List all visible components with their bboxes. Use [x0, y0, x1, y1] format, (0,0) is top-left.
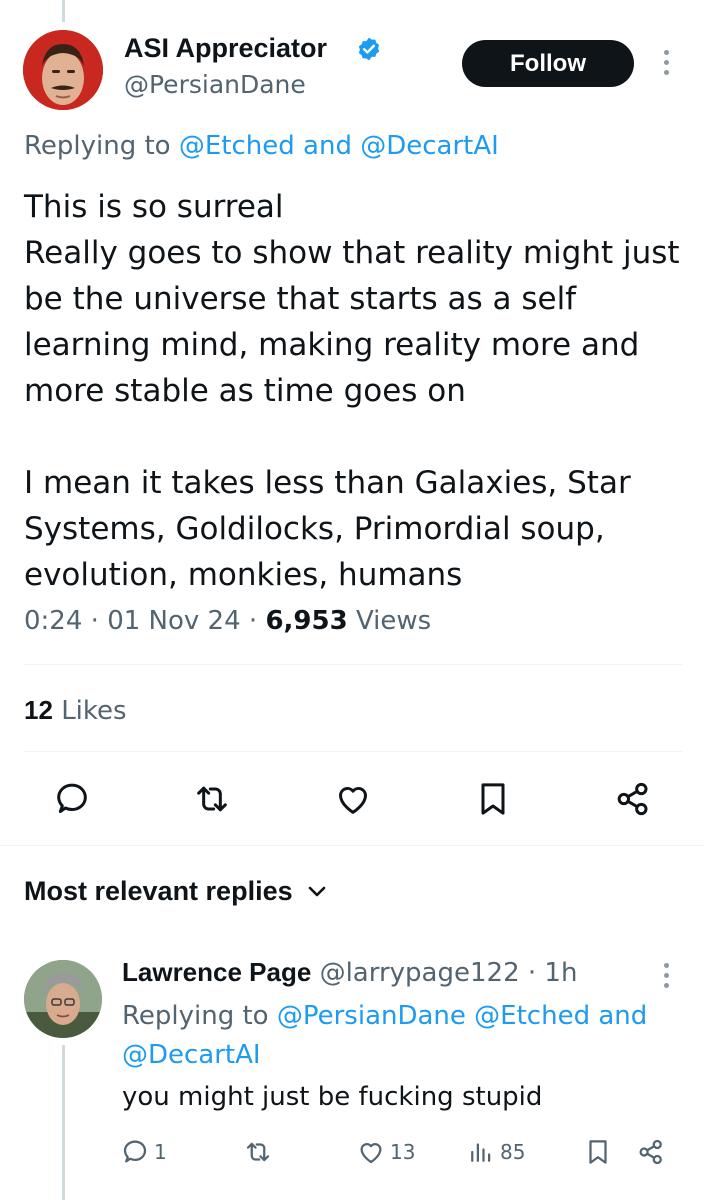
reply-reply-button[interactable]: 1 [120, 1134, 167, 1170]
mention-etched-link[interactable]: @Etched [179, 131, 295, 161]
mention-decartai-link[interactable]: @DecartAI [360, 131, 499, 161]
share-button[interactable] [611, 777, 655, 821]
reply-icon [57, 783, 87, 813]
views-count: 6,953 [265, 606, 348, 636]
divider [24, 751, 682, 752]
replying-and[interactable]: and [303, 131, 352, 161]
reply-author-avatar[interactable] [24, 960, 102, 1038]
tweet-text-line-2: Really goes to show that reality might j… [24, 235, 680, 409]
reply-text: you might just be fucking stupid [122, 1082, 543, 1112]
section-divider [0, 845, 704, 846]
bookmark-icon [481, 783, 505, 815]
reply-more-options-icon[interactable] [661, 963, 671, 993]
like-icon [360, 1143, 382, 1164]
tweet-text: This is so surreal Really goes to show t… [24, 184, 684, 598]
reply-replying-prefix: Replying to [122, 1001, 269, 1031]
author-name[interactable]: ASI Appreciator [124, 33, 327, 64]
tweet-meta: 0:24 · 01 Nov 24 · 6,953 Views [24, 606, 432, 636]
reply-icon [123, 1140, 147, 1163]
likes-count: 12 [24, 695, 53, 725]
mention-decartai-link[interactable]: @DecartAI [122, 1040, 261, 1070]
like-button[interactable] [331, 777, 375, 821]
reply-share-button[interactable] [636, 1134, 666, 1170]
verified-badge-icon [356, 36, 382, 62]
reply-replying-and[interactable]: and [598, 1001, 647, 1031]
reply-views-count: 85 [500, 1140, 526, 1164]
reply-views-button[interactable]: 85 [466, 1134, 525, 1170]
retweet-button[interactable] [190, 777, 234, 821]
retweet-icon [197, 786, 227, 812]
mention-etched-link[interactable]: @Etched [474, 1001, 590, 1031]
divider [24, 664, 682, 665]
author-avatar[interactable] [23, 30, 103, 110]
reply-time[interactable]: 1h [544, 958, 577, 988]
likes-label: Likes [61, 696, 127, 726]
bookmark-icon [589, 1140, 607, 1164]
tweet-time[interactable]: 0:24 [24, 606, 82, 636]
replying-prefix: Replying to [24, 131, 171, 161]
tweet-text-line-3: I mean it takes less than Galaxies, Star… [24, 465, 631, 593]
mention-persiandane-link[interactable]: @PersianDane [277, 1001, 466, 1031]
replies-sort-label: Most relevant replies [24, 876, 293, 906]
replies-sort-dropdown[interactable]: Most relevant replies [24, 876, 327, 907]
reply-header: Lawrence Page @larrypage122 · 1h [122, 957, 578, 988]
bookmark-button[interactable] [471, 777, 515, 821]
share-icon [617, 782, 648, 816]
reply-like-count: 13 [390, 1140, 416, 1164]
thread-connector-line [62, 0, 65, 22]
retweet-icon [246, 1142, 270, 1162]
likes-summary[interactable]: 12 Likes [24, 695, 127, 726]
more-options-icon[interactable] [661, 50, 671, 80]
reply-button[interactable] [50, 777, 94, 821]
reply-author-handle[interactable]: @larrypage122 [320, 958, 520, 988]
reply-reply-count: 1 [154, 1140, 167, 1164]
tweet-date[interactable]: 01 Nov 24 [107, 606, 240, 636]
follow-button[interactable]: Follow [462, 40, 634, 87]
chevron-down-icon [308, 886, 325, 896]
author-handle[interactable]: @PersianDane [124, 70, 306, 99]
reply-thread-line [62, 1045, 65, 1200]
like-icon [339, 787, 367, 814]
views-chart-icon [471, 1143, 491, 1162]
share-icon [639, 1139, 662, 1165]
replying-to-line: Replying to @Etched and @DecartAI [24, 131, 499, 161]
reply-author-name[interactable]: Lawrence Page [122, 957, 311, 987]
tweet-text-line-1: This is so surreal [24, 189, 284, 225]
reply-retweet-button[interactable] [243, 1134, 273, 1170]
reply-like-button[interactable]: 13 [356, 1134, 415, 1170]
views-label: Views [355, 606, 432, 636]
reply-bookmark-button[interactable] [583, 1134, 613, 1170]
reply-replying-to-line: Replying to @PersianDane @Etched and @De… [122, 997, 682, 1075]
